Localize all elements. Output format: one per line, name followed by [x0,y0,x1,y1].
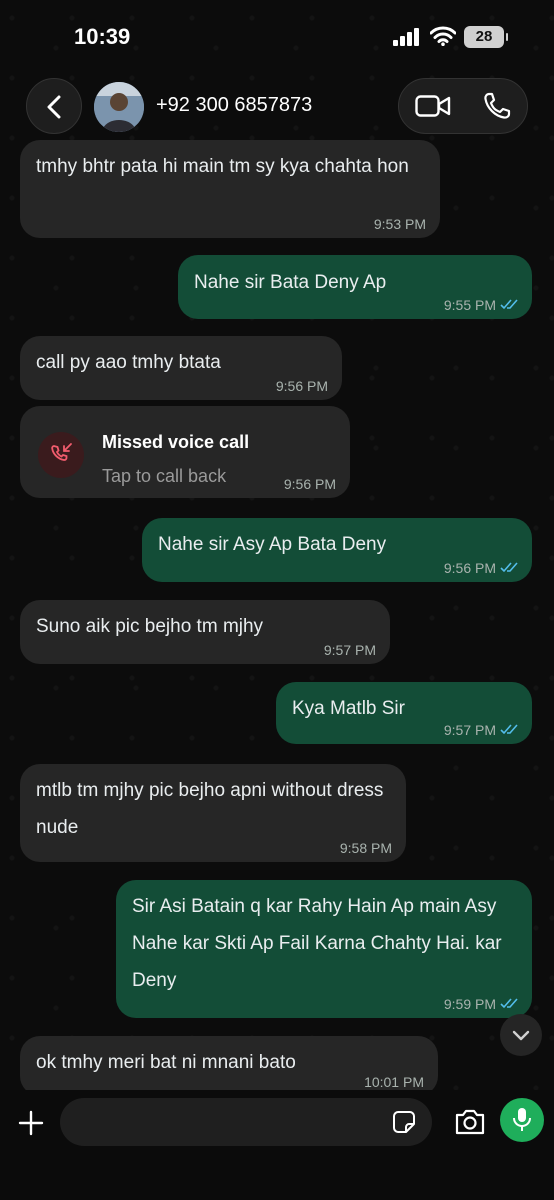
chevron-left-icon [47,95,61,119]
sticker-icon[interactable] [392,1110,416,1134]
message-input[interactable] [60,1098,432,1146]
chat-header: +92 300 6857873 [0,72,554,140]
missed-call-icon [38,432,84,478]
plus-icon[interactable] [18,1110,44,1136]
message-text: Kya Matlb Sir [292,698,405,719]
missed-call-bubble[interactable]: Missed voice call Tap to call back 9:56 … [20,406,350,498]
message-bubble-outgoing[interactable]: Nahe sir Bata Deny Ap 9:55 PM [178,255,532,319]
status-bar: 10:39 28 [0,0,554,72]
missed-call-title: Missed voice call [102,432,250,452]
message-time: 9:56 PM [275,378,328,394]
wifi-icon [430,26,456,46]
message-time: 9:56 PM [283,476,336,492]
missed-call-glyph [51,443,72,461]
video-call-icon[interactable] [415,94,451,118]
message-time: 9:57 PM [323,642,376,658]
message-composer [0,1090,554,1200]
voice-message-button[interactable] [500,1098,544,1142]
read-ticks-icon [500,724,518,735]
message-bubble-incoming[interactable]: mtlb tm mjhy pic bejho apni without dres… [20,764,406,862]
message-bubble-incoming[interactable]: ok tmhy meri bat ni mnani bato 10:01 PM [20,1036,438,1096]
signal-icon [393,28,419,46]
scroll-to-bottom-button[interactable] [500,1014,542,1056]
message-time: 9:56 PM [443,560,496,576]
message-text: mtlb tm mjhy pic bejho apni without dres… [36,780,384,838]
chevron-down-icon [512,1030,530,1041]
missed-call-subtitle[interactable]: Tap to call back [102,458,226,495]
battery-icon: 28 [464,26,508,48]
message-text: Nahe sir Bata Deny Ap [194,272,387,293]
read-ticks-icon [500,299,518,310]
message-time: 9:55 PM [443,297,496,313]
message-bubble-outgoing[interactable]: Kya Matlb Sir 9:57 PM [276,682,532,744]
message-time: 10:01 PM [364,1074,424,1090]
avatar-person-icon [94,82,144,132]
read-ticks-icon [500,998,518,1009]
message-text: Suno aik pic bejho tm mjhy [36,616,264,637]
contact-name[interactable]: +92 300 6857873 [156,94,312,117]
message-time: 9:57 PM [443,722,496,738]
message-text: tmhy bhtr pata hi main tm sy kya chahta … [36,156,409,177]
back-button[interactable] [26,78,82,134]
message-bubble-incoming[interactable]: Suno aik pic bejho tm mjhy 9:57 PM [20,600,390,664]
battery-level: 28 [475,28,493,45]
message-bubble-outgoing[interactable]: Sir Asi Batain q kar Rahy Hain Ap main A… [116,880,532,1018]
voice-call-icon[interactable] [483,92,511,120]
message-bubble-incoming[interactable]: tmhy bhtr pata hi main tm sy kya chahta … [20,140,440,238]
message-bubble-outgoing[interactable]: Nahe sir Asy Ap Bata Deny 9:56 PM [142,518,532,582]
camera-icon[interactable] [454,1108,486,1136]
message-time: 9:53 PM [373,216,426,232]
message-text: Nahe sir Asy Ap Bata Deny [158,534,387,555]
message-text: call py aao tmhy btata [36,352,221,373]
microphone-icon [513,1108,531,1131]
avatar[interactable] [94,82,144,132]
message-text: Sir Asi Batain q kar Rahy Hain Ap main A… [132,896,502,991]
read-ticks-icon [500,562,518,573]
message-time: 9:58 PM [339,840,392,856]
call-actions [398,78,528,134]
message-bubble-incoming[interactable]: call py aao tmhy btata 9:56 PM [20,336,342,400]
status-time: 10:39 [74,24,131,49]
message-time: 9:59 PM [443,996,496,1012]
